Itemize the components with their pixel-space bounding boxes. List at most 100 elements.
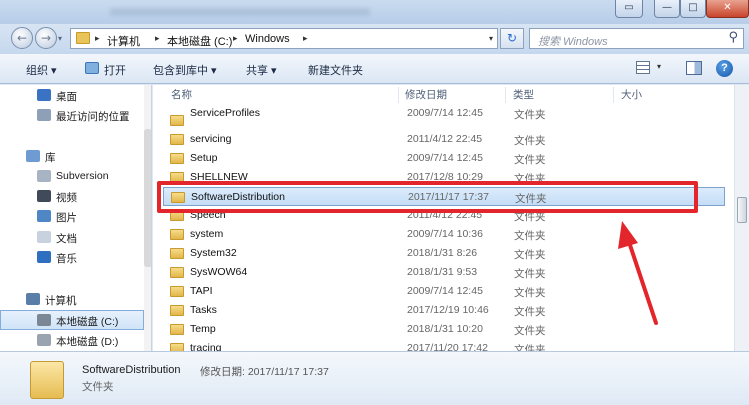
view-options-dropdown-icon[interactable]: ▾ [657, 62, 661, 71]
breadcrumb-separator-icon[interactable]: ▸ [233, 33, 238, 44]
breadcrumb-separator-icon[interactable]: ▸ [303, 33, 308, 44]
pictures-library-icon [37, 210, 51, 222]
close-button[interactable]: ✕ [706, 0, 749, 18]
column-divider[interactable] [505, 87, 506, 103]
column-divider[interactable] [613, 87, 614, 103]
nav-item-local-disk-d[interactable]: 本地磁盘 (D:) [0, 331, 144, 351]
preview-pane-icon[interactable] [686, 61, 702, 75]
row-name: TAPI [190, 285, 213, 297]
libraries-icon [26, 150, 40, 162]
breadcrumb-computer[interactable]: 计算机 [107, 33, 140, 49]
address-bar[interactable]: ▸ 计算机 ▸ 本地磁盘 (C:) ▸ Windows ▸ ▾ [70, 28, 498, 49]
command-toolbar: 组织 ▾ 打开 包含到库中 ▾ 共享 ▾ 新建文件夹 ▾ ? [0, 54, 749, 84]
column-header-name[interactable]: 名称 [171, 85, 192, 105]
nav-item-recent-places[interactable]: 最近访问的位置 [0, 106, 144, 126]
column-header-type[interactable]: 类型 [513, 85, 534, 105]
row-date: 2009/7/14 12:45 [407, 152, 483, 164]
folder-icon [170, 115, 184, 126]
nav-item-label: 文档 [56, 233, 77, 245]
column-header-date-modified[interactable]: 修改日期 [405, 85, 447, 105]
change-view-icon[interactable] [636, 61, 650, 74]
nav-item-libraries[interactable]: 库 [0, 147, 144, 167]
organize-button[interactable]: 组织 ▾ [26, 62, 57, 78]
nav-item-label: 视频 [56, 192, 77, 204]
navigation-pane-scroll-thumb[interactable] [144, 129, 151, 267]
row-type: 文件夹 [514, 268, 546, 280]
nav-item-desktop[interactable]: 桌面 [0, 86, 144, 106]
row-type: 文件夹 [514, 135, 546, 147]
maximize-button[interactable]: □ [680, 0, 706, 18]
drive-c-icon [37, 314, 51, 326]
folder-icon [170, 229, 184, 240]
nav-item-pictures[interactable]: 图片 [0, 207, 144, 227]
nav-item-music[interactable]: 音乐 [0, 248, 144, 268]
nav-item-videos[interactable]: 视频 [0, 187, 144, 207]
breadcrumb-local-disk-c[interactable]: 本地磁盘 (C:) [167, 33, 232, 49]
row-date: 2018/1/31 9:53 [407, 266, 478, 278]
breadcrumb-windows[interactable]: Windows [245, 33, 290, 45]
table-row[interactable]: ServiceProfiles 2009/7/14 12:45 文件夹 [163, 107, 725, 130]
documents-library-icon [37, 231, 51, 243]
row-name: servicing [190, 133, 232, 145]
library-folder-icon [37, 170, 51, 182]
nav-item-label: 桌面 [56, 91, 77, 103]
recent-pages-dropdown-icon[interactable]: ▾ [58, 34, 62, 43]
folder-icon [170, 305, 184, 316]
refresh-button[interactable]: ↻ [500, 28, 524, 49]
row-type: 文件夹 [514, 287, 546, 299]
title-bar: ▭ — □ ✕ [0, 0, 749, 24]
title-bar-blurred-text [110, 8, 370, 16]
row-date: 2009/7/14 12:45 [407, 285, 483, 297]
column-divider[interactable] [398, 87, 399, 103]
nav-item-computer[interactable]: 计算机 [0, 290, 144, 310]
details-modified-date: 修改日期: 2017/11/17 17:37 [200, 366, 329, 378]
nav-item-label: 最近访问的位置 [56, 111, 130, 123]
search-icon[interactable]: ⚲ [728, 30, 738, 45]
nav-item-label: 图片 [56, 212, 77, 224]
annotation-arrow [618, 221, 658, 325]
row-date: 2017/11/20 17:42 [407, 342, 488, 351]
back-button[interactable]: ← [11, 27, 33, 49]
folder-icon [170, 324, 184, 335]
row-name: Tasks [190, 304, 217, 316]
folder-icon [170, 153, 184, 164]
folder-icon [170, 134, 184, 145]
table-row[interactable]: tracing 2017/11/20 17:42 文件夹 [163, 339, 725, 351]
file-list-scroll-thumb[interactable] [737, 197, 747, 223]
table-row[interactable]: servicing 2011/4/12 22:45 文件夹 [163, 130, 725, 149]
recent-places-icon [37, 109, 51, 121]
open-button[interactable]: 打开 [104, 62, 126, 78]
nav-item-documents[interactable]: 文档 [0, 228, 144, 248]
new-folder-button[interactable]: 新建文件夹 [308, 62, 363, 78]
row-type: 文件夹 [514, 154, 546, 166]
row-type: 文件夹 [514, 344, 546, 351]
navigation-pane-scrollbar[interactable] [144, 85, 151, 351]
help-button[interactable]: ? [716, 60, 733, 77]
address-dropdown-icon[interactable]: ▾ [489, 34, 493, 43]
details-pane: SoftwareDistribution 修改日期: 2017/11/17 17… [0, 351, 749, 405]
navigation-bar: ← → ▾ ▸ 计算机 ▸ 本地磁盘 (C:) ▸ Windows ▸ ▾ ↻ … [0, 24, 749, 54]
include-in-library-button[interactable]: 包含到库中 ▾ [153, 62, 217, 78]
minimize-button[interactable]: — [654, 0, 680, 18]
share-button[interactable]: 共享 ▾ [246, 62, 277, 78]
search-input[interactable]: 搜索 Windows ⚲ [529, 28, 744, 49]
row-type: 文件夹 [514, 230, 546, 242]
row-type: 文件夹 [514, 109, 546, 121]
breadcrumb-separator-icon[interactable]: ▸ [155, 33, 160, 44]
row-date: 2011/4/12 22:45 [407, 133, 483, 145]
row-type: 文件夹 [514, 325, 546, 337]
title-bar-extra-button[interactable]: ▭ [615, 0, 643, 18]
column-header-size[interactable]: 大小 [621, 85, 642, 105]
nav-item-label: 本地磁盘 (C:) [56, 316, 119, 328]
forward-button[interactable]: → [35, 27, 57, 49]
folder-icon [170, 267, 184, 278]
breadcrumb-separator-icon[interactable]: ▸ [95, 33, 100, 44]
nav-item-local-disk-c[interactable]: 本地磁盘 (C:) [0, 310, 144, 330]
music-library-icon [37, 251, 51, 263]
nav-item-subversion[interactable]: Subversion [0, 167, 144, 187]
folder-icon [76, 32, 90, 44]
file-list-scrollbar[interactable] [734, 85, 749, 351]
table-row[interactable]: Setup 2009/7/14 12:45 文件夹 [163, 149, 725, 168]
details-item-name: SoftwareDistribution [82, 364, 181, 376]
drive-d-icon [37, 334, 51, 346]
